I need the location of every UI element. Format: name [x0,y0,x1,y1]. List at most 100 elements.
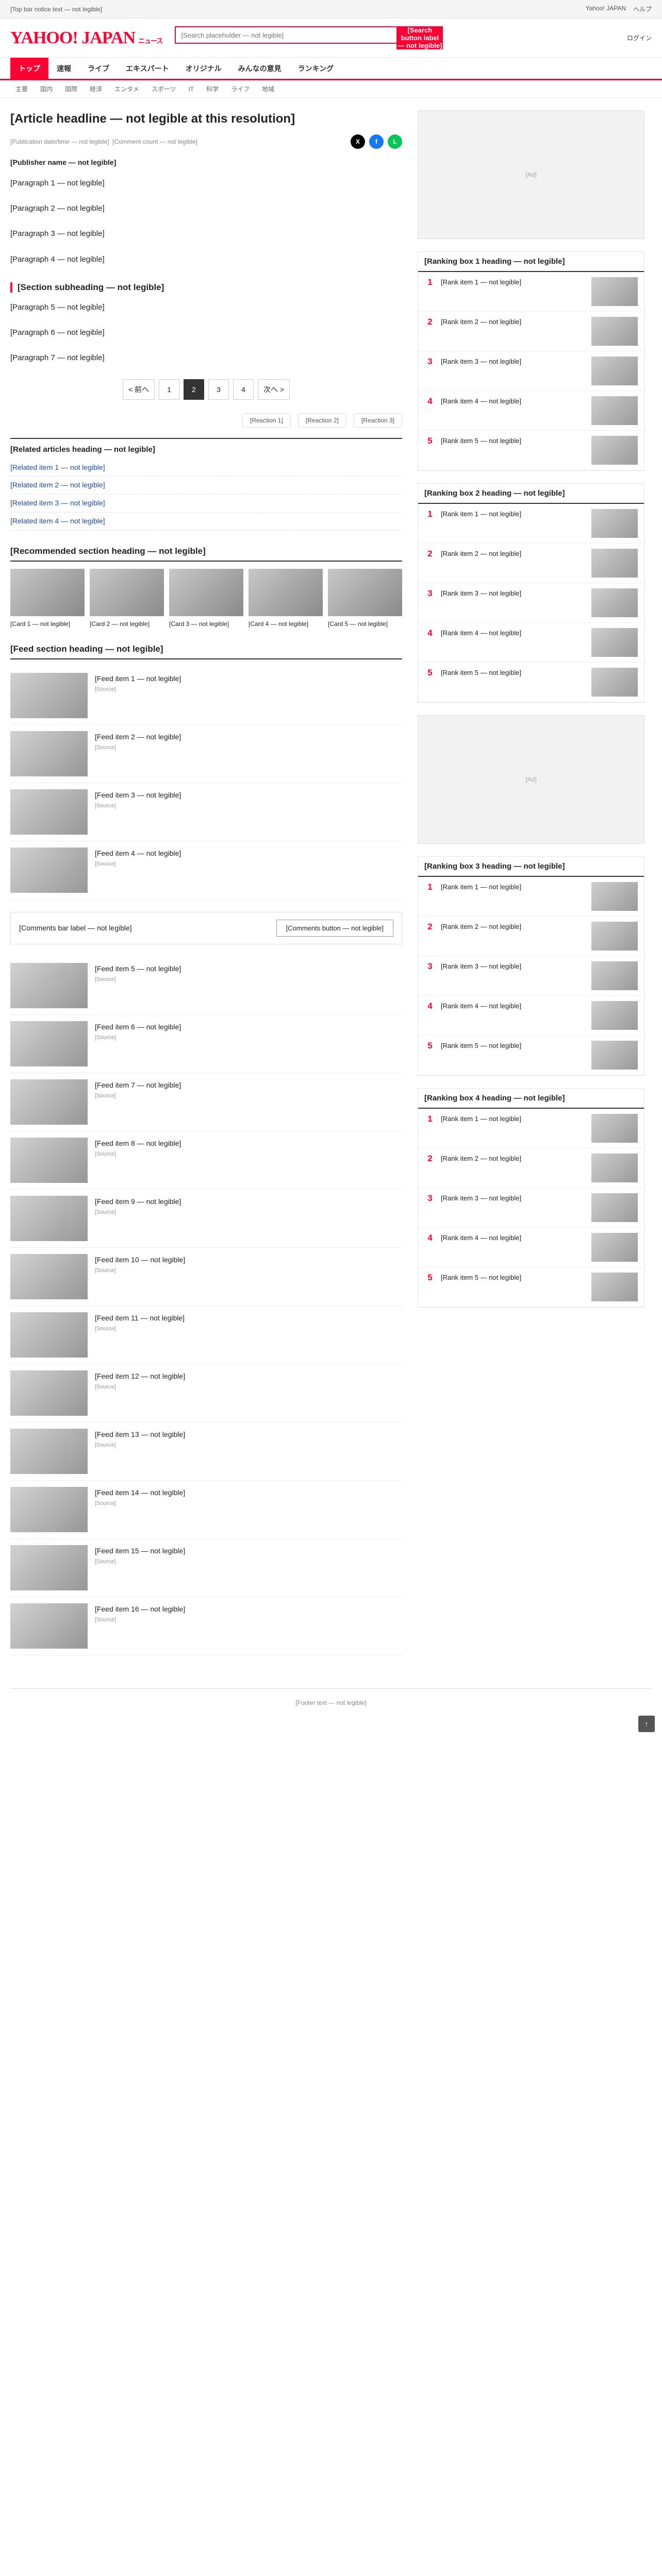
article-source[interactable]: [Publisher name — not legible] [10,158,116,166]
feed-thumbnail [10,789,88,835]
pager-next[interactable]: 次へ > [258,379,290,400]
subnav-item[interactable]: 地域 [257,84,279,93]
rank-title: [Rank item 3 — not legible] [441,1194,522,1202]
feed-row[interactable]: [Feed item 12 — not legible] [Source] [10,1364,402,1422]
recommended-card[interactable]: [Card 3 — not legible] [169,568,243,629]
feed-thumbnail [10,672,88,718]
pager-page[interactable]: 4 [233,379,254,400]
subnav-item[interactable]: スポーツ [146,84,181,93]
reaction-button[interactable]: [Reaction 2] [297,413,346,428]
ranking-item[interactable]: 3 [Rank item 3 — not legible] [418,1188,644,1228]
ranking-item[interactable]: 3 [Rank item 3 — not legible] [418,583,644,623]
feed-row[interactable]: [Feed item 1 — not legible] [Source] [10,667,402,725]
feed-row[interactable]: [Feed item 11 — not legible] [Source] [10,1306,402,1364]
share-x-icon[interactable]: X [351,134,365,149]
write-comment-button[interactable]: [Comments button — not legible] [276,919,393,937]
pager-page[interactable]: 1 [159,379,179,400]
reaction-button[interactable]: [Reaction 1] [242,413,291,428]
nav-item-ranking[interactable]: ランキング [290,58,342,79]
ranking-item[interactable]: 2 [Rank item 2 — not legible] [418,917,644,956]
subnav-item[interactable]: 国際 [60,84,82,93]
share-facebook-icon[interactable]: f [369,134,384,149]
sidebar-ad[interactable]: [Ad] [418,715,644,844]
ranking-item[interactable]: 3 [Rank item 3 — not legible] [418,351,644,391]
ranking-item[interactable]: 1 [Rank item 1 — not legible] [418,1109,644,1148]
share-line-icon[interactable]: L [388,134,402,149]
ranking-item[interactable]: 4 [Rank item 4 — not legible] [418,996,644,1036]
feed-row[interactable]: [Feed item 2 — not legible] [Source] [10,725,402,783]
rank-title: [Rank item 4 — not legible] [441,1234,522,1242]
feed-row[interactable]: [Feed item 10 — not legible] [Source] [10,1248,402,1306]
ranking-item[interactable]: 5 [Rank item 5 — not legible] [418,663,644,702]
article-paragraph: [Paragraph 6 — not legible] [10,328,105,337]
feed-row[interactable]: [Feed item 6 — not legible] [Source] [10,1015,402,1073]
recommended-card[interactable]: [Card 5 — not legible] [328,568,402,629]
ranking-item[interactable]: 5 [Rank item 5 — not legible] [418,1036,644,1075]
page-top-button[interactable]: ↑ [638,1716,655,1732]
nav-item-original[interactable]: オリジナル [177,58,230,79]
related-item[interactable]: [Related item 4 — not legible] [10,513,402,531]
ranking-item[interactable]: 4 [Rank item 4 — not legible] [418,623,644,663]
feed-row[interactable]: [Feed item 14 — not legible] [Source] [10,1481,402,1539]
topbar-link-help[interactable]: ヘルプ [633,5,652,13]
subnav-item[interactable]: 経済 [85,84,107,93]
ranking-item[interactable]: 3 [Rank item 3 — not legible] [418,956,644,996]
feed-row[interactable]: [Feed item 9 — not legible] [Source] [10,1190,402,1248]
rank-thumbnail [591,1041,638,1070]
subnav-item[interactable]: 主要 [10,84,33,93]
feed-row[interactable]: [Feed item 7 — not legible] [Source] [10,1073,402,1131]
feed-row[interactable]: [Feed item 13 — not legible] [Source] [10,1422,402,1481]
article-meta: [Publication date/time — not legible] [C… [10,134,402,149]
pager-page[interactable]: 3 [208,379,229,400]
subnav-item[interactable]: ライフ [226,84,255,93]
ranking-item[interactable]: 2 [Rank item 2 — not legible] [418,544,644,583]
feed-source: [Source] [95,744,116,751]
subnav-item[interactable]: エンタメ [109,84,144,93]
related-item[interactable]: [Related item 3 — not legible] [10,495,402,513]
pager-prev[interactable]: < 前へ [122,379,155,400]
feed-row[interactable]: [Feed item 3 — not legible] [Source] [10,783,402,841]
article-source-row: [Publisher name — not legible] [10,158,402,166]
ranking-item[interactable]: 2 [Rank item 2 — not legible] [418,312,644,351]
subnav-item[interactable]: 国内 [35,84,58,93]
ranking-item[interactable]: 5 [Rank item 5 — not legible] [418,431,644,470]
feed-title: [Feed item 14 — not legible] [95,1488,186,1497]
nav-item-breaking[interactable]: 速報 [48,58,79,79]
feed-row[interactable]: [Feed item 4 — not legible] [Source] [10,841,402,900]
ranking-item[interactable]: 5 [Rank item 5 — not legible] [418,1267,644,1307]
recommended-card[interactable]: [Card 4 — not legible] [249,568,323,629]
nav-item-expert[interactable]: エキスパート [118,58,177,79]
nav-item-opinions[interactable]: みんなの意見 [230,58,290,79]
pager-page-current[interactable]: 2 [184,379,204,400]
ranking-item[interactable]: 4 [Rank item 4 — not legible] [418,391,644,431]
sidebar-ad[interactable]: [Ad] [418,110,644,239]
rank-thumbnail [591,922,638,951]
feed-row[interactable]: [Feed item 15 — not legible] [Source] [10,1539,402,1597]
feed-row[interactable]: [Feed item 16 — not legible] [Source] [10,1597,402,1655]
yahoo-news-logo[interactable]: YAHOO! JAPAN ニュース [10,28,163,48]
recommended-card[interactable]: [Card 1 — not legible] [10,568,85,629]
related-item[interactable]: [Related item 2 — not legible] [10,477,402,495]
subnav-item[interactable]: 科学 [201,84,224,93]
feed-row[interactable]: [Feed item 8 — not legible] [Source] [10,1131,402,1190]
comment-count-link[interactable]: [Comment count — not legible] [112,138,197,145]
ranking-item[interactable]: 1 [Rank item 1 — not legible] [418,877,644,917]
ranking-item[interactable]: 4 [Rank item 4 — not legible] [418,1228,644,1267]
feed-row[interactable]: [Feed item 5 — not legible] [Source] [10,957,402,1015]
related-item[interactable]: [Related item 1 — not legible] [10,459,402,477]
recommended-card[interactable]: [Card 2 — not legible] [90,568,164,629]
rank-title: [Rank item 2 — not legible] [441,1155,522,1162]
ranking-item[interactable]: 1 [Rank item 1 — not legible] [418,504,644,544]
search-input[interactable] [175,26,397,44]
feed-thumbnail [10,1486,88,1532]
search-button[interactable]: [Search button label — not legible] [396,26,443,49]
topbar-notice[interactable]: [Top bar notice text — not legible] [10,6,102,13]
nav-item-live[interactable]: ライブ [79,58,118,79]
ranking-item[interactable]: 2 [Rank item 2 — not legible] [418,1148,644,1188]
reaction-button[interactable]: [Reaction 3] [353,413,402,428]
login-link[interactable]: ログイン [627,33,652,42]
ranking-item[interactable]: 1 [Rank item 1 — not legible] [418,272,644,312]
subnav-item[interactable]: IT [183,86,199,93]
topbar-link-yahoo[interactable]: Yahoo! JAPAN [586,5,626,13]
nav-item-top[interactable]: トップ [10,58,48,79]
